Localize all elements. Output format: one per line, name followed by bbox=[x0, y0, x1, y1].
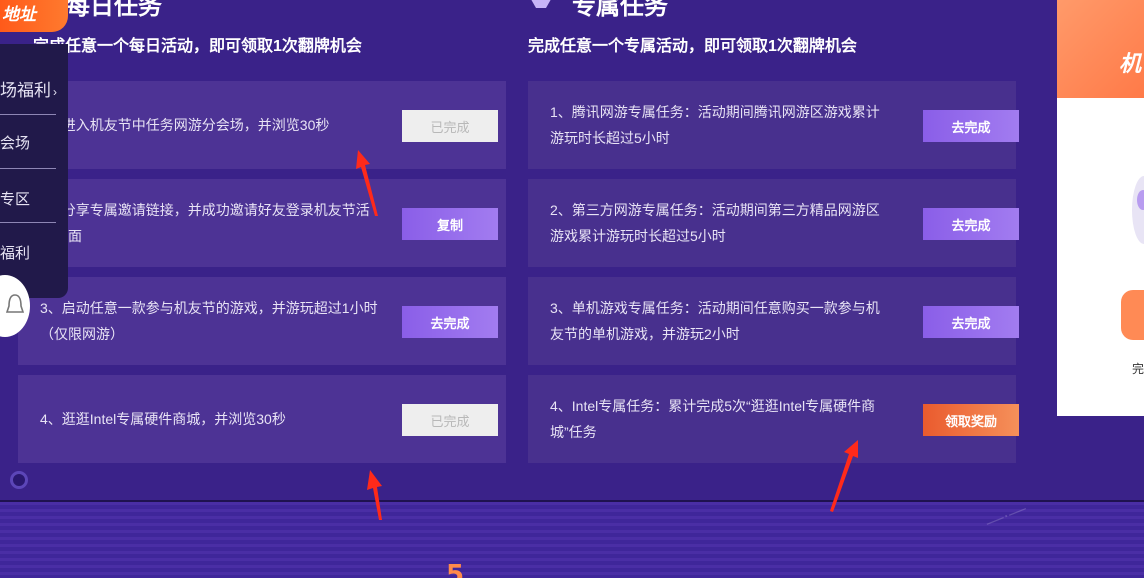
bottom-band: 5 bbox=[0, 500, 1144, 578]
exclusive-tasks-title: 专属任务 bbox=[572, 0, 668, 20]
nav-item-welfare[interactable]: 福利 bbox=[0, 242, 30, 263]
daily-task-card: 1、进入机友节中任务网游分会场，并浏览30秒 已完成 bbox=[18, 81, 506, 169]
chevron-right-icon: › bbox=[53, 85, 57, 99]
task-description: 1、进入机友节中任务网游分会场，并浏览30秒 bbox=[40, 117, 330, 133]
go-complete-button[interactable]: 去完成 bbox=[402, 306, 498, 338]
daily-task-card: 4、逛逛Intel专属硬件商城，并浏览30秒 已完成 bbox=[18, 375, 506, 463]
divider bbox=[0, 168, 56, 169]
bell-icon bbox=[6, 294, 24, 313]
nav-item-venue[interactable]: 会场 bbox=[0, 132, 30, 153]
exclusive-task-card: 4、Intel专属任务：累计完成5次“逛逛Intel专属硬件商城”任务 领取奖励 bbox=[528, 375, 1019, 463]
nav-item-zone[interactable]: 专区 bbox=[0, 188, 30, 209]
right-panel-title: 机 bbox=[1119, 52, 1142, 77]
task-description: 2、分享专属邀请链接，并成功邀请好友登录机友节活动页面 bbox=[40, 202, 370, 244]
exclusive-task-card: 3、单机游戏专属任务：活动期间任意购买一款参与机友节的单机游戏，并游玩2小时 去… bbox=[528, 277, 1019, 365]
divider bbox=[0, 222, 56, 223]
nav-item-benefits[interactable]: 场福利 › bbox=[0, 76, 57, 101]
daily-tasks-subtitle: 完成任意一个每日活动，即可领取1次翻牌机会 bbox=[33, 38, 362, 55]
arrow-annotation-icon bbox=[367, 470, 382, 520]
decor-dot bbox=[10, 471, 28, 489]
address-tag[interactable]: 地址 bbox=[0, 0, 68, 32]
mascot-icon bbox=[1132, 176, 1144, 244]
arrow-annotation-icon bbox=[830, 440, 858, 512]
task-description: 4、逛逛Intel专属硬件商城，并浏览30秒 bbox=[40, 411, 286, 427]
divider bbox=[0, 114, 56, 115]
daily-task-card: 3、启动任意一款参与机友节的游戏，并游玩超过1小时（仅限网游） 去完成 bbox=[18, 277, 506, 365]
left-nav-panel: 场福利 › 会场 专区 福利 bbox=[0, 44, 68, 298]
daily-tasks-title: 每日任务 bbox=[66, 0, 162, 20]
decor-glyph: 5 bbox=[446, 560, 465, 578]
right-panel-footer: 完 bbox=[1132, 362, 1144, 376]
right-panel-header: 机 bbox=[1057, 0, 1144, 98]
exclusive-task-card: 1、腾讯网游专属任务：活动期间腾讯网游区游戏累计游玩时长超过5小时 去完成 bbox=[528, 81, 1019, 169]
go-complete-button[interactable]: 去完成 bbox=[923, 306, 1019, 338]
completed-button[interactable]: 已完成 bbox=[402, 404, 498, 436]
arrow-annotation-icon bbox=[356, 150, 378, 216]
task-description: 3、单机游戏专属任务：活动期间任意购买一款参与机友节的单机游戏，并游玩2小时 bbox=[550, 300, 880, 342]
claim-reward-button[interactable]: 领取奖励 bbox=[923, 404, 1019, 436]
right-side-panel: 机 完 bbox=[1057, 0, 1144, 416]
right-panel-button[interactable] bbox=[1121, 290, 1144, 340]
daily-task-card: 2、分享专属邀请链接，并成功邀请好友登录机友节活动页面 复制 bbox=[18, 179, 506, 267]
copy-button[interactable]: 复制 bbox=[402, 208, 498, 240]
task-description: 1、腾讯网游专属任务：活动期间腾讯网游区游戏累计游玩时长超过5小时 bbox=[550, 104, 880, 146]
go-complete-button[interactable]: 去完成 bbox=[923, 208, 1019, 240]
nav-item-label: 场福利 bbox=[0, 81, 51, 100]
diamond-icon bbox=[531, 0, 551, 8]
exclusive-task-card: 2、第三方网游专属任务：活动期间第三方精品网游区游戏累计游玩时长超过5小时 去完… bbox=[528, 179, 1019, 267]
exclusive-tasks-subtitle: 完成任意一个专属活动，即可领取1次翻牌机会 bbox=[528, 38, 857, 55]
completed-button[interactable]: 已完成 bbox=[402, 110, 498, 142]
task-description: 2、第三方网游专属任务：活动期间第三方精品网游区游戏累计游玩时长超过5小时 bbox=[550, 202, 880, 244]
go-complete-button[interactable]: 去完成 bbox=[923, 110, 1019, 142]
task-description: 3、启动任意一款参与机友节的游戏，并游玩超过1小时（仅限网游） bbox=[40, 300, 378, 342]
